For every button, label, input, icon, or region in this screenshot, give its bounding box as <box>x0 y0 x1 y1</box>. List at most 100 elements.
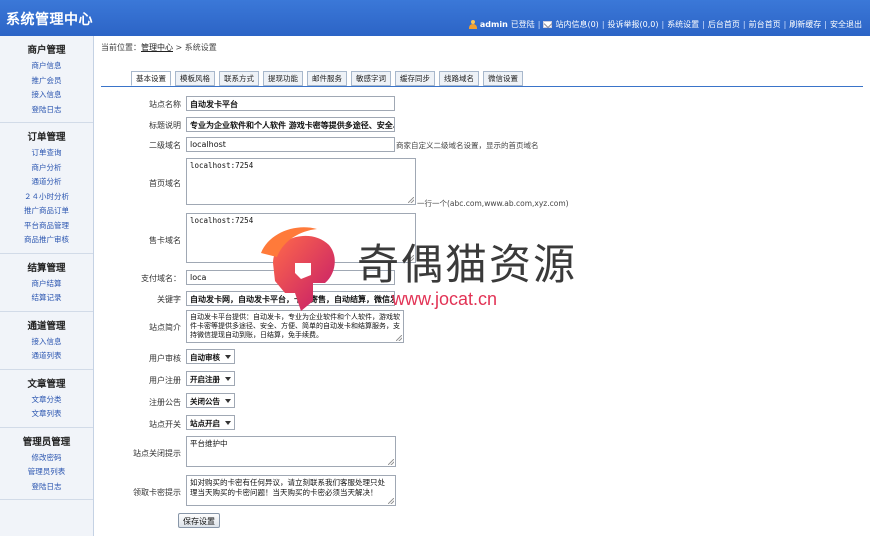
settings-link[interactable]: 系统设置 <box>667 19 699 30</box>
sidebar-item-merchant-settlement[interactable]: 商户结算 <box>0 277 93 292</box>
tab-mail[interactable]: 邮件服务 <box>307 71 347 86</box>
sidebar-group-title: 商户管理 <box>27 45 66 56</box>
nav-separator: | <box>824 20 827 29</box>
tab-sensitive-words[interactable]: 敏感字词 <box>351 71 391 86</box>
keywords-input[interactable]: 自动发卡网，自动发卡平台，卡密寄售，自动结算，微信发卡 <box>186 291 395 306</box>
tab-template[interactable]: 模板风格 <box>175 71 215 86</box>
second-domain-hint: 商家自定义二级域名设置，显示的首页域名 <box>396 141 539 150</box>
login-status: 已登陆 <box>510 20 535 29</box>
site-switch-label: 站点开关 <box>149 420 181 429</box>
breadcrumb-prefix: 当前位置： <box>101 43 141 52</box>
second-domain-input[interactable]: localhost <box>186 137 395 152</box>
site-name-input[interactable]: 自动发卡平台 <box>186 96 395 111</box>
sidebar-item-article-category[interactable]: 文章分类 <box>0 393 93 408</box>
nav-separator: | <box>601 20 605 29</box>
site-switch-select[interactable]: 站点开启 <box>186 415 235 430</box>
user-icon <box>468 20 477 29</box>
complaints-link[interactable]: 投诉举报(0,0) <box>608 19 659 30</box>
pay-domain-label: 支付域名： <box>141 274 181 283</box>
home-domain-hint: 一行一个(abc.com,www.ab.com,xyz.com) <box>417 199 569 208</box>
sidebar-item-24h-analysis[interactable]: ２４小时分析 <box>0 190 93 205</box>
sidebar-group-articles: 文章管理 文章分类 文章列表 <box>0 370 93 428</box>
tab-wechat[interactable]: 微信设置 <box>483 71 523 86</box>
sidebar-group-settlement: 结算管理 商户结算 结算记录 <box>0 254 93 312</box>
frontend-home-link[interactable]: 前台首页 <box>749 19 781 30</box>
card-domain-label: 售卡域名 <box>149 236 181 245</box>
site-switch-value: 站点开启 <box>190 419 220 428</box>
sidebar-item-admin-list[interactable]: 管理员列表 <box>0 465 93 480</box>
user-register-label: 用户注册 <box>149 376 181 385</box>
app-title: 系统管理中心 <box>6 12 93 28</box>
user-review-select[interactable]: 自动审核 <box>186 349 235 364</box>
sidebar-item-promo-orders[interactable]: 推广商品订单 <box>0 204 93 219</box>
sidebar-item-channel-analysis[interactable]: 通道分析 <box>0 175 93 190</box>
intro-textarea[interactable]: 自动发卡平台提供：自动发卡，专业为企业软件和个人软件，游戏软件卡密等提供多途径、… <box>186 310 404 343</box>
sidebar-group-merchant: 商户管理 商户信息 推广会员 接入信息 登陆日志 <box>0 36 93 123</box>
breadcrumb-home[interactable]: 管理中心 <box>141 43 173 52</box>
pay-domain-input[interactable]: loca <box>186 270 395 285</box>
sidebar-item-channel-access[interactable]: 接入信息 <box>0 335 93 350</box>
home-domain-value: localhost:7254 <box>190 161 254 170</box>
title-desc-input[interactable]: 专业为企业软件和个人软件 游戏卡密等提供多途径、安全、方 <box>186 117 395 132</box>
save-settings-button[interactable]: 保存设置 <box>178 513 220 528</box>
tab-withdraw[interactable]: 提现功能 <box>263 71 303 86</box>
close-notice-value: 平台维护中 <box>190 439 228 448</box>
register-notice-label: 注册公告 <box>149 398 181 407</box>
messages-link[interactable]: 站内信息(0) <box>555 19 598 30</box>
tab-basic[interactable]: 基本设置 <box>131 71 171 86</box>
main-content: 当前位置：管理中心 > 系统设置 基本设置 模板风格 联系方式 提现功能 邮件服… <box>95 36 870 536</box>
close-notice-label: 站点关闭提示 <box>133 449 181 458</box>
title-desc-label: 标题说明 <box>149 121 181 130</box>
intro-label: 站点简介 <box>149 323 181 332</box>
breadcrumb: 当前位置：管理中心 > 系统设置 <box>101 42 217 53</box>
tab-contact[interactable]: 联系方式 <box>219 71 259 86</box>
register-notice-select[interactable]: 关闭公告 <box>186 393 235 408</box>
logout-link[interactable]: 安全退出 <box>830 19 862 30</box>
close-notice-textarea[interactable]: 平台维护中 <box>186 436 396 467</box>
chevron-down-icon <box>225 399 231 403</box>
resize-grip-icon[interactable] <box>396 335 402 341</box>
resize-grip-icon[interactable] <box>388 459 394 465</box>
tab-route-domain[interactable]: 线路域名 <box>439 71 479 86</box>
sidebar-group-title: 管理员管理 <box>22 436 71 448</box>
nav-separator: | <box>661 20 665 29</box>
keywords-label: 关键字 <box>157 295 181 304</box>
sidebar-item-settlement-records[interactable]: 结算记录 <box>0 291 93 306</box>
site-name-label: 站点名称 <box>149 100 181 109</box>
sidebar-item-order-query[interactable]: 订单查询 <box>0 146 93 161</box>
user-register-select[interactable]: 开启注册 <box>186 371 235 386</box>
pickup-notice-textarea[interactable]: 如对购买的卡密有任何异议，请立刻联系我们客服处理只处理当天购买的卡密问题！当天购… <box>186 475 396 506</box>
pickup-notice-label: 领取卡密提示 <box>133 488 181 497</box>
resize-grip-icon[interactable] <box>388 498 394 504</box>
chevron-down-icon <box>225 355 231 359</box>
sidebar-item-access-info[interactable]: 接入信息 <box>0 88 93 103</box>
sidebar-group-admin: 管理员管理 修改密码 管理员列表 登陆日志 <box>0 428 93 500</box>
settings-tabs: 基本设置 模板风格 联系方式 提现功能 邮件服务 敏感字词 缓存同步 线路域名 … <box>131 71 523 86</box>
top-nav: admin 已登陆 | 站内信息(0) | 投诉举报(0,0) | 系统设置 |… <box>468 19 862 30</box>
sidebar-item-promo-members[interactable]: 推广会员 <box>0 74 93 89</box>
sidebar-group-title: 文章管理 <box>27 378 66 390</box>
home-domain-textarea[interactable]: localhost:7254 <box>186 158 416 205</box>
card-domain-textarea[interactable]: localhost:7254 <box>186 213 416 263</box>
sidebar: 商户管理 商户信息 推广会员 接入信息 登陆日志 订单管理 订单查询 商户分析 … <box>0 36 94 536</box>
backend-home-link[interactable]: 后台首页 <box>708 19 740 30</box>
refresh-cache-link[interactable]: 刷新缓存 <box>789 19 821 30</box>
sidebar-item-promo-review[interactable]: 商品推广审核 <box>0 233 93 248</box>
breadcrumb-sep: > <box>173 43 185 52</box>
sidebar-item-admin-login-log[interactable]: 登陆日志 <box>0 480 93 495</box>
sidebar-item-channel-list[interactable]: 通道列表 <box>0 349 93 364</box>
current-user: admin <box>479 20 508 29</box>
tab-cache-sync[interactable]: 缓存同步 <box>395 71 435 86</box>
breadcrumb-current: 系统设置 <box>184 43 217 52</box>
card-domain-value: localhost:7254 <box>190 216 254 225</box>
sidebar-item-platform-goods[interactable]: 平台商品管理 <box>0 219 93 234</box>
sidebar-item-login-log[interactable]: 登陆日志 <box>0 103 93 118</box>
sidebar-item-merchant-info[interactable]: 商户信息 <box>0 59 93 74</box>
top-header: 系统管理中心 admin 已登陆 | 站内信息(0) | 投诉举报(0,0) |… <box>0 0 870 36</box>
resize-grip-icon[interactable] <box>408 255 414 261</box>
second-domain-label: 二级域名 <box>149 141 181 150</box>
sidebar-item-merchant-analysis[interactable]: 商户分析 <box>0 161 93 176</box>
sidebar-item-article-list[interactable]: 文章列表 <box>0 407 93 422</box>
sidebar-item-change-password[interactable]: 修改密码 <box>0 451 93 466</box>
resize-grip-icon[interactable] <box>408 197 414 203</box>
